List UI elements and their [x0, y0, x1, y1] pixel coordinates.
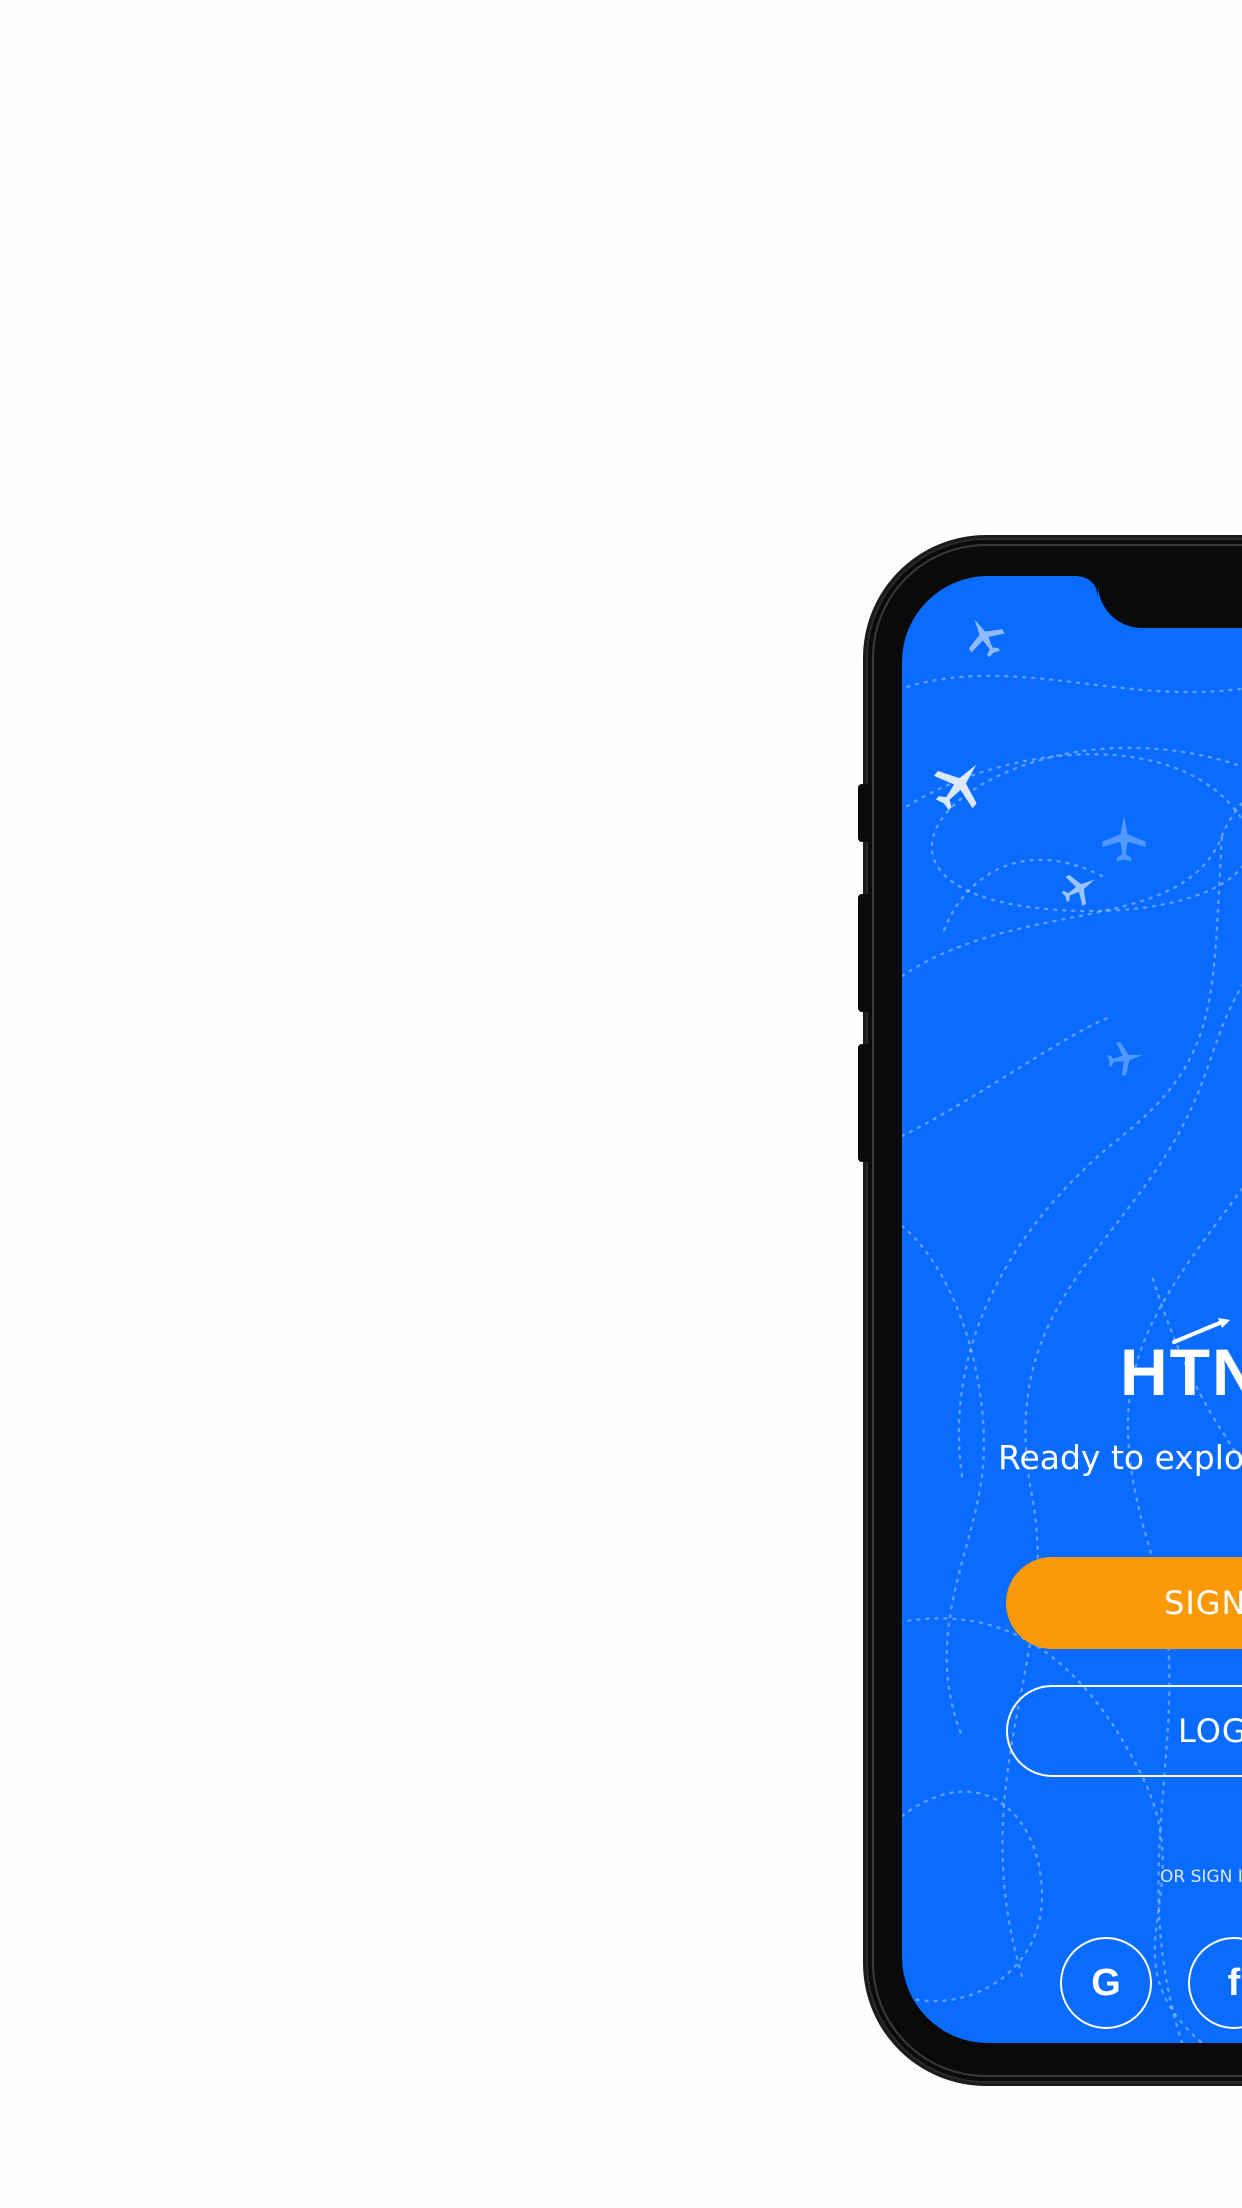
- app-screen: HTN Ready to explo SIGN LOG OR SIGN IN G…: [902, 576, 1242, 2043]
- social-signin-divider: OR SIGN IN: [1160, 1867, 1242, 1887]
- mockup-canvas: HTN Ready to explo SIGN LOG OR SIGN IN G…: [0, 0, 1242, 2208]
- google-signin-button[interactable]: G: [1060, 1937, 1152, 2029]
- login-button[interactable]: LOG: [1006, 1685, 1242, 1777]
- airplane-route-icon: [902, 619, 1242, 2043]
- google-icon: G: [1091, 1962, 1121, 2004]
- signup-button-label: SIGN: [1164, 1584, 1242, 1622]
- app-logo: HTN: [1120, 1318, 1242, 1414]
- camera-notch: [1098, 576, 1242, 628]
- signup-button[interactable]: SIGN: [1006, 1557, 1242, 1649]
- volume-down-button: [858, 1044, 868, 1162]
- mute-switch: [858, 784, 868, 842]
- tagline: Ready to explo: [998, 1438, 1242, 1477]
- volume-up-button: [858, 894, 868, 1012]
- login-button-label: LOG: [1178, 1712, 1242, 1750]
- notch-corner: [1078, 576, 1098, 596]
- app-logo-text: HTN: [1120, 1335, 1242, 1409]
- airplane-icon: [1172, 1318, 1230, 1344]
- facebook-icon: f: [1227, 1962, 1241, 2004]
- phone-frame: HTN Ready to explo SIGN LOG OR SIGN IN G…: [858, 538, 1242, 2083]
